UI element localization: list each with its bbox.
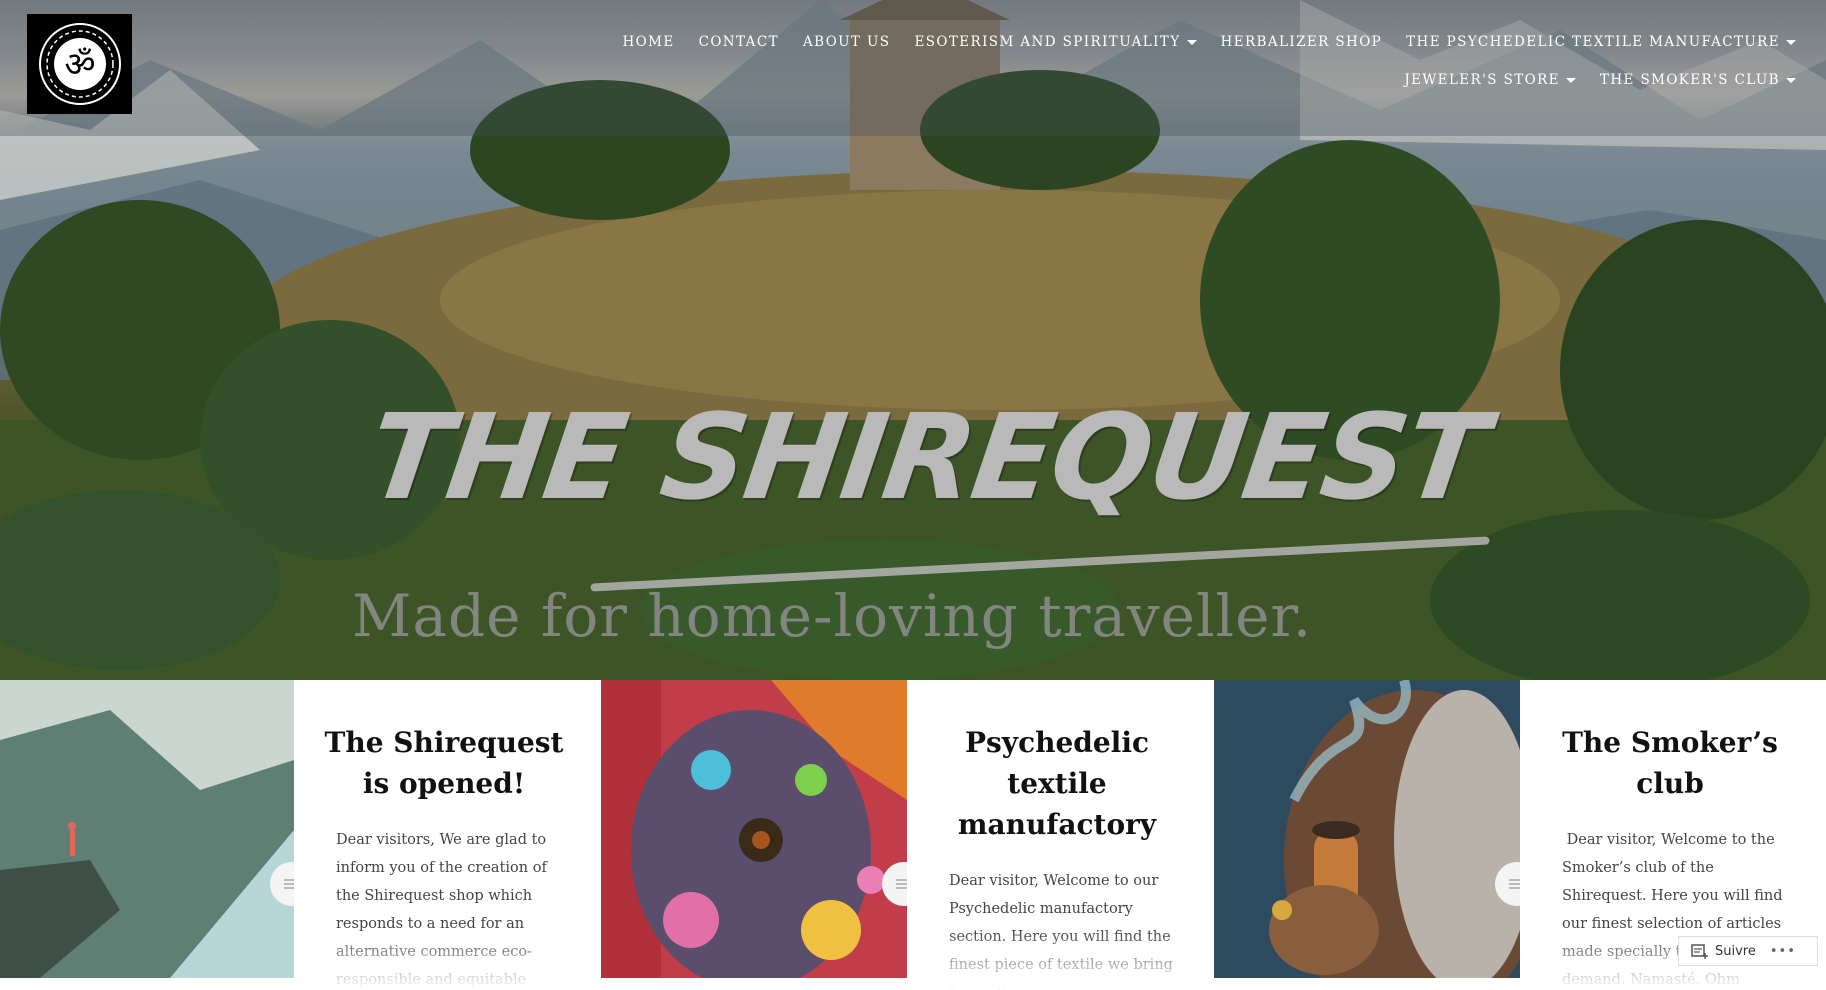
om-mandala-icon: ॐ	[38, 23, 121, 105]
chevron-down-icon	[1565, 77, 1576, 83]
post-text: The Shirequest is opened! Dear visitors,…	[294, 680, 594, 990]
nav-psychedelic-textile[interactable]: THE PSYCHEDELIC TEXTILE MANUFACTURE	[1406, 30, 1796, 54]
main-navigation: HOME CONTACT ABOUT US ESOTERISM AND SPIR…	[496, 30, 1796, 92]
chevron-down-icon	[1186, 39, 1197, 45]
post-card: The Shirequest is opened! Dear visitors,…	[0, 680, 600, 990]
excerpt-fade	[907, 930, 1207, 990]
nav-contact-label: CONTACT	[698, 34, 779, 50]
post-thumbnail[interactable]	[1214, 680, 1520, 978]
excerpt-fade	[294, 930, 594, 990]
cliff-yoga-image	[0, 680, 294, 978]
nav-psychedelic-label: THE PSYCHEDELIC TEXTILE MANUFACTURE	[1406, 34, 1780, 50]
hero-title: THE SHIREQUEST	[360, 388, 1494, 526]
site-logo[interactable]: ॐ	[27, 14, 132, 114]
recent-posts: The Shirequest is opened! Dear visitors,…	[0, 680, 1826, 990]
nav-home-label: HOME	[622, 34, 675, 50]
follow-label: Suivre	[1715, 943, 1756, 959]
nav-about-us-label: ABOUT US	[802, 34, 891, 50]
nav-smokers-club[interactable]: THE SMOKER'S CLUB	[1600, 68, 1796, 92]
follow-reader-icon	[1691, 944, 1708, 959]
nav-jewelers-store[interactable]: JEWELER'S STORE	[1404, 68, 1576, 92]
nav-smokers-label: THE SMOKER'S CLUB	[1599, 72, 1780, 88]
hero-subtitle: Made for home-loving traveller.	[352, 582, 1313, 650]
svg-text:ॐ: ॐ	[64, 45, 95, 85]
post-card: Psychedelic textile manufactory Dear vis…	[601, 680, 1213, 990]
chevron-down-icon	[1786, 77, 1796, 83]
nav-esoterism[interactable]: ESOTERISM AND SPIRITUALITY	[914, 30, 1197, 54]
nav-herbalizer-shop[interactable]: HERBALIZER SHOP	[1221, 30, 1383, 54]
nav-jewelers-label: JEWELER'S STORE	[1404, 72, 1560, 88]
hero-banner: ॐ HOME CONTACT ABOUT US ESOTERISM AND SP…	[0, 0, 1826, 680]
post-text: Psychedelic textile manufactory Dear vis…	[907, 680, 1207, 990]
smoking-sadhu-image	[1214, 680, 1520, 978]
nav-about-us[interactable]: ABOUT US	[803, 30, 891, 54]
nav-esoterism-label: ESOTERISM AND SPIRITUALITY	[914, 34, 1181, 50]
post-title[interactable]: The Shirequest is opened!	[314, 722, 574, 804]
post-title[interactable]: Psychedelic textile manufactory	[927, 722, 1187, 845]
follow-button[interactable]: Suivre •••	[1678, 936, 1818, 966]
painted-elephant-image	[601, 680, 907, 978]
chevron-down-icon	[1786, 39, 1796, 45]
post-title[interactable]: The Smoker’s club	[1540, 722, 1800, 804]
nav-herbalizer-label: HERBALIZER SHOP	[1220, 34, 1383, 50]
post-thumbnail[interactable]	[601, 680, 907, 978]
more-options-icon[interactable]: •••	[1770, 944, 1796, 959]
nav-contact[interactable]: CONTACT	[699, 30, 779, 54]
nav-home[interactable]: HOME	[622, 30, 674, 54]
post-thumbnail[interactable]	[0, 680, 294, 978]
